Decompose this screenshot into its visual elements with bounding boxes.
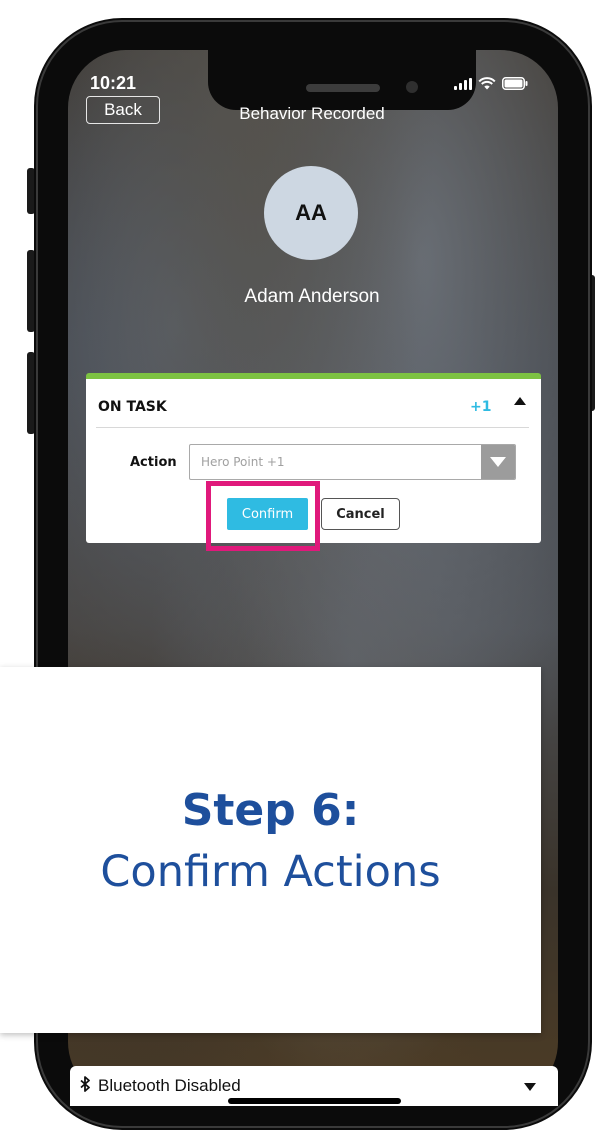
signal-icon [454, 77, 472, 90]
student-avatar: AA [264, 166, 358, 260]
notch [208, 50, 476, 110]
status-icons [454, 77, 528, 90]
wifi-icon [478, 77, 496, 90]
confirm-button[interactable]: Confirm [227, 498, 308, 530]
step-instruction-panel: Step 6: Confirm Actions [0, 667, 541, 1033]
behavior-card: ON TASK +1 Action Hero Point +1 Confirm … [86, 373, 541, 543]
student-name: Adam Anderson [244, 286, 380, 307]
points-value: +1 [470, 399, 492, 415]
back-button[interactable]: Back [86, 96, 160, 124]
home-indicator [228, 1098, 401, 1104]
card-divider [96, 427, 529, 428]
status-time: 10:21 [90, 73, 137, 93]
battery-icon [502, 77, 528, 90]
chevron-down-icon [490, 457, 506, 467]
behavior-name: ON TASK [98, 399, 167, 415]
cancel-button[interactable]: Cancel [321, 498, 400, 530]
bluetooth-icon [80, 1075, 91, 1092]
action-select-value: Hero Point +1 [201, 455, 285, 469]
chevron-down-icon[interactable] [524, 1083, 536, 1091]
collapse-caret-icon[interactable] [514, 397, 526, 405]
bluetooth-label: Bluetooth Disabled [98, 1076, 241, 1095]
action-select[interactable]: Hero Point +1 [189, 444, 516, 480]
screen-title: Behavior Recorded [239, 104, 385, 123]
speaker-grille [306, 84, 380, 92]
select-arrow[interactable] [481, 445, 515, 479]
step-subtitle: Confirm Actions [100, 847, 441, 897]
front-camera [406, 81, 418, 93]
action-label: Action [130, 455, 177, 470]
step-title: Step 6: [181, 785, 360, 836]
